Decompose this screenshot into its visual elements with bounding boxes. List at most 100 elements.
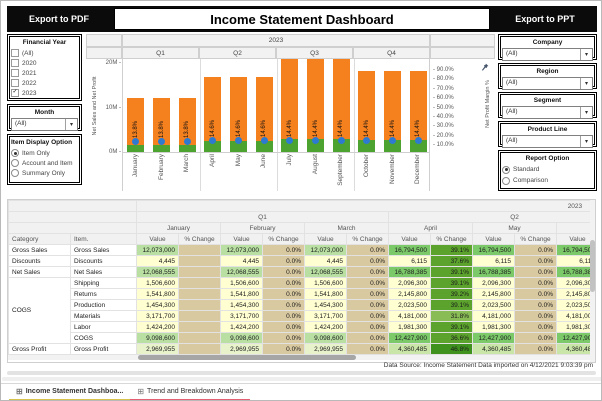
value-cell: 4,181,000 [389, 311, 431, 322]
checkbox-icon[interactable] [11, 69, 19, 77]
radio-icon[interactable] [11, 159, 19, 167]
change-cell: 0.0% [347, 344, 389, 355]
item-display-option-item-only[interactable]: Item Only [11, 148, 78, 158]
quarter-separator [277, 59, 278, 152]
table-row: Gross ProfitGross Profit2,969,9552,969,9… [9, 344, 597, 355]
checkbox-icon[interactable] [11, 49, 19, 57]
change-cell: 39.2% [431, 289, 473, 300]
change-cell [179, 322, 221, 333]
change-cell: 0.0% [515, 300, 557, 311]
item-cell: Gross Profit [71, 344, 137, 355]
checkbox-icon[interactable]: ✓ [11, 89, 19, 97]
sheet-tab-trend-and-breakdown-analysis[interactable]: ⊞Trend and Breakdown Analysis [130, 384, 250, 401]
year-option-2023[interactable]: ✓2023 [11, 88, 78, 98]
margin-label: 13.8% [183, 112, 191, 138]
table-row: DiscountsDiscounts4,4454,4450.0%4,4450.0… [9, 256, 597, 267]
category-cell: Gross Sales [9, 245, 71, 256]
value-cell: 1,424,200 [305, 322, 347, 333]
radio-icon[interactable] [502, 166, 510, 174]
company-dropdown[interactable]: (All)▾ [502, 48, 593, 61]
year-option-all[interactable]: (All) [11, 48, 78, 58]
value-cell: 1,454,300 [221, 300, 263, 311]
item-display-option-summary-only[interactable]: Summary Only [11, 168, 78, 178]
table-row: Materials3,171,7003,171,7000.0%3,171,700… [9, 311, 597, 322]
chevron-down-icon[interactable]: ▾ [580, 49, 592, 60]
sheet-tab-income-statement-dashboa[interactable]: ⊞Income Statement Dashboa... [9, 384, 130, 401]
net-profit-bar[interactable] [179, 145, 196, 152]
pin-icon[interactable] [481, 58, 489, 66]
report-option-comparison[interactable]: Comparison [502, 175, 593, 186]
year-option-2021[interactable]: 2021 [11, 68, 78, 78]
quarter-separator [200, 153, 201, 191]
chart-month-axis: JanuaryFebruaryMarchAprilMayJuneJulyAugu… [122, 153, 430, 191]
value-cell: 1,981,300 [389, 322, 431, 333]
chart-year-header: 2023 [122, 34, 430, 47]
report-horizontal-scrollbar[interactable] [7, 371, 596, 375]
table-vscroll-thumb[interactable] [590, 240, 595, 292]
radio-icon[interactable] [11, 169, 19, 177]
change-cell: 39.1% [431, 322, 473, 333]
change-column-header: % Change [347, 234, 389, 245]
region-dropdown[interactable]: (All)▾ [502, 77, 593, 90]
checkbox-icon[interactable] [11, 59, 19, 67]
margin-dot[interactable] [261, 137, 268, 144]
margin-dot[interactable] [158, 138, 165, 145]
value-cell: 12,073,000 [221, 245, 263, 256]
net-profit-bar[interactable] [127, 145, 144, 152]
product-line-filter: Product Line(All)▾ [498, 121, 597, 147]
value-column-header: Value [137, 234, 179, 245]
chevron-down-icon[interactable]: ▾ [580, 107, 592, 118]
year-option-2020[interactable]: 2020 [11, 58, 78, 68]
app-horizontal-scrollbar[interactable] [2, 377, 602, 381]
sheet-grid-icon: ⊞ [137, 387, 144, 396]
margin-dot[interactable] [184, 138, 191, 145]
value-cell: 1,541,800 [305, 289, 347, 300]
value-cell: 4,360,485 [473, 344, 515, 355]
checkbox-icon[interactable] [11, 79, 19, 87]
value-cell: 1,506,600 [137, 278, 179, 289]
value-cell: 2,969,955 [305, 344, 347, 355]
table-year-header: 2023 [137, 201, 597, 212]
quarter-separator [277, 153, 278, 191]
radio-icon[interactable] [11, 149, 19, 157]
y1-tick-label: 20M - [106, 60, 121, 66]
value-column-header: Value [389, 234, 431, 245]
report-option-filter: Report OptionStandardComparison [498, 150, 597, 191]
chevron-down-icon[interactable]: ▾ [580, 78, 592, 89]
page-title: Income Statement Dashboard [114, 8, 490, 30]
margin-label: 14.4% [414, 111, 422, 137]
chevron-down-icon[interactable]: ▾ [65, 119, 77, 130]
radio-icon[interactable] [502, 177, 510, 185]
month-dropdown[interactable]: (All) ▾ [11, 118, 78, 131]
table-month-header: March [305, 223, 389, 234]
change-cell: 0.0% [263, 344, 305, 355]
company-filter-title: Company [502, 39, 593, 46]
product-line-dropdown[interactable]: (All)▾ [502, 135, 593, 148]
value-cell: 16,788,385 [473, 267, 515, 278]
export-pdf-button[interactable]: Export to PDF [7, 6, 111, 32]
year-option-2022[interactable]: 2022 [11, 78, 78, 88]
change-cell: 0.0% [515, 311, 557, 322]
chart-quarter-header-q2: Q2 [199, 47, 276, 59]
region-filter-title: Region [502, 68, 593, 75]
value-cell: 12,427,900 [389, 333, 431, 344]
change-cell: 0.0% [347, 333, 389, 344]
net-profit-bar[interactable] [153, 145, 170, 152]
export-ppt-button[interactable]: Export to PPT [493, 6, 597, 32]
item-display-option-label: Item Only [22, 150, 50, 157]
category-cell: Discounts [9, 256, 71, 267]
item-display-option-account-and-item[interactable]: Account and Item [11, 158, 78, 168]
value-cell: 12,427,900 [473, 333, 515, 344]
chevron-down-icon[interactable]: ▾ [580, 136, 592, 147]
region-dropdown-value: (All) [503, 78, 580, 89]
item-display-option-label: Summary Only [22, 170, 65, 177]
report-option-standard[interactable]: Standard [502, 164, 593, 175]
net-sales-profit-chart: 2023Q1Q2Q3Q413.8%13.8%13.8%14.6%14.6%14.… [86, 34, 495, 191]
segment-dropdown[interactable]: (All)▾ [502, 106, 593, 119]
chart-plot-area: 13.8%13.8%13.8%14.6%14.6%14.6%14.4%14.4%… [122, 59, 430, 153]
month-label: January [132, 154, 140, 192]
item-display-title: Item Display Option [11, 139, 78, 146]
month-label: April [209, 154, 217, 192]
table-hscroll-thumb[interactable] [138, 355, 356, 360]
change-cell: 0.0% [515, 322, 557, 333]
